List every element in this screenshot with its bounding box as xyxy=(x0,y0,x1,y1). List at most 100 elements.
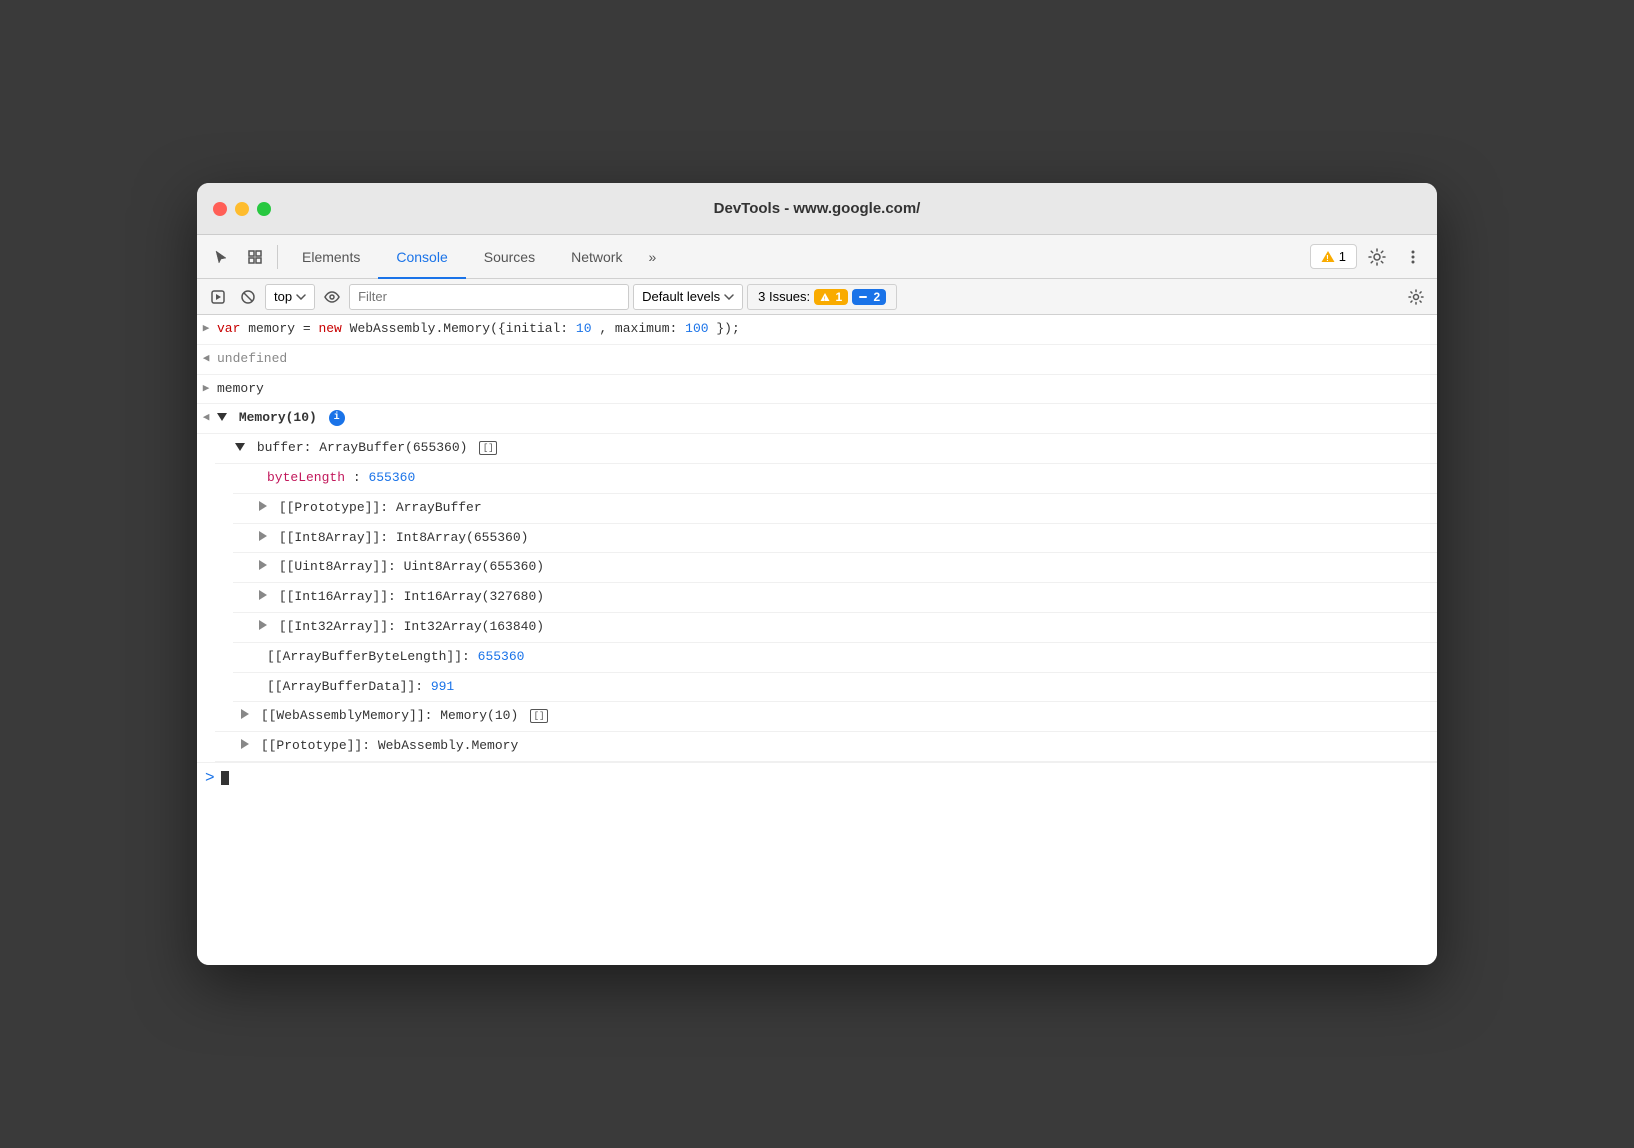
info-count-badge: 2 xyxy=(852,289,886,305)
run-svg xyxy=(211,290,225,304)
traffic-lights xyxy=(213,202,271,216)
devtools-window: DevTools - www.google.com/ Elements xyxy=(197,183,1437,965)
console-entry-uint8: [[Uint8Array]]: Uint8Array(655360) xyxy=(233,553,1437,583)
minimize-button[interactable] xyxy=(235,202,249,216)
expand-wasm-icon[interactable] xyxy=(241,709,249,719)
console-entry-bytelength: byteLength : 655360 xyxy=(233,464,1437,494)
num-100: 100 xyxy=(685,321,708,336)
block-svg xyxy=(241,290,255,304)
console-entry-int8: [[Int8Array]]: Int8Array(655360) xyxy=(233,524,1437,554)
entry-content-memory-obj: Memory(10) i xyxy=(215,408,1429,429)
warn-count-badge: ! 1 xyxy=(814,289,848,305)
console-entry-ab-data: [[ArrayBufferData]]: 991 xyxy=(233,673,1437,703)
issues-count[interactable]: 3 Issues: ! 1 2 xyxy=(747,284,897,310)
entry-content-int32: [[Int32Array]]: Int32Array(163840) xyxy=(251,617,1429,638)
more-icon[interactable] xyxy=(1397,241,1429,273)
entry-content-ab-data: [[ArrayBufferData]]: 991 xyxy=(251,677,1429,698)
console-entry-input: ▶ var memory = new WebAssembly.Memory({i… xyxy=(197,315,1437,345)
entry-content-int8: [[Int8Array]]: Int8Array(655360) xyxy=(251,528,1429,549)
undefined-value: undefined xyxy=(217,351,287,366)
warning-icon: ! xyxy=(1321,250,1335,264)
prompt-cursor[interactable] xyxy=(221,771,229,785)
entry-arrow-back: ◀ xyxy=(197,410,215,424)
num-10: 10 xyxy=(576,321,592,336)
entry-content-memory: memory xyxy=(215,379,1429,400)
inspect-icon[interactable] xyxy=(239,241,271,273)
console-entry-proto-wasm: [[Prototype]]: WebAssembly.Memory xyxy=(215,732,1437,762)
settings-icon[interactable] xyxy=(1361,241,1393,273)
memory-info-icon[interactable]: i xyxy=(329,410,345,426)
issues-badge[interactable]: ! 1 xyxy=(1310,244,1357,269)
entry-content-wasm: [[WebAssemblyMemory]]: Memory(10) [] xyxy=(233,706,1429,727)
context-selector[interactable]: top xyxy=(265,284,315,310)
levels-selector[interactable]: Default levels xyxy=(633,284,743,310)
memory-label: Memory(10) xyxy=(239,410,317,425)
expand-int16-icon[interactable] xyxy=(259,590,267,600)
expand-proto-wasm-icon[interactable] xyxy=(241,739,249,749)
console-entry-buffer: buffer: ArrayBuffer(655360) [] xyxy=(215,434,1437,464)
console-area: ▶ var memory = new WebAssembly.Memory({i… xyxy=(197,315,1437,965)
console-prompt: > xyxy=(197,762,1437,793)
console-entry-int16: [[Int16Array]]: Int16Array(327680) xyxy=(233,583,1437,613)
svg-text:!: ! xyxy=(1326,254,1329,263)
window-title: DevTools - www.google.com/ xyxy=(714,200,921,217)
toolbar-right: ! 1 xyxy=(1310,241,1429,273)
dropdown-arrow-icon xyxy=(296,294,306,300)
tab-network[interactable]: Network xyxy=(553,235,640,279)
tab-bar: Elements Console Sources Network » xyxy=(284,235,664,279)
val-ab-data: 991 xyxy=(431,679,454,694)
entry-content-int16: [[Int16Array]]: Int16Array(327680) xyxy=(251,587,1429,608)
run-icon[interactable] xyxy=(205,284,231,310)
keyword-var: var xyxy=(217,321,240,336)
tab-console[interactable]: Console xyxy=(378,235,465,279)
console-toolbar: top Default levels 3 Issues: xyxy=(197,279,1437,315)
console-entry-wasm-memory: [[WebAssemblyMemory]]: Memory(10) [] xyxy=(215,702,1437,732)
collapse-buffer-icon[interactable] xyxy=(235,443,245,451)
filter-input[interactable] xyxy=(349,284,629,310)
console-entry-undefined: ◀ undefined xyxy=(197,345,1437,375)
expand-int8-icon[interactable] xyxy=(259,531,267,541)
tab-more[interactable]: » xyxy=(640,235,664,279)
levels-arrow-icon xyxy=(724,294,734,300)
console-settings-area xyxy=(1403,284,1429,310)
eye-svg xyxy=(324,291,340,303)
close-button[interactable] xyxy=(213,202,227,216)
entry-content-proto-wasm: [[Prototype]]: WebAssembly.Memory xyxy=(233,736,1429,757)
entry-arrow-input[interactable]: ▶ xyxy=(197,321,215,335)
console-entry-memory-obj: ◀ Memory(10) i xyxy=(197,404,1437,434)
entry-content-undefined: undefined xyxy=(215,349,1429,370)
buffer-memory-icon[interactable]: [] xyxy=(479,441,497,455)
prompt-symbol: > xyxy=(205,769,215,787)
collapse-memory-icon[interactable] xyxy=(217,413,227,421)
wasm-memory-icon[interactable]: [] xyxy=(530,709,548,723)
expand-proto-ab-icon[interactable] xyxy=(259,501,267,511)
gear-svg xyxy=(1368,248,1386,266)
cursor-icon[interactable] xyxy=(205,241,237,273)
tab-toolbar: Elements Console Sources Network » ! xyxy=(197,235,1437,279)
titlebar: DevTools - www.google.com/ xyxy=(197,183,1437,235)
entry-arrow-memory[interactable]: ▶ xyxy=(197,381,215,395)
console-entry-int32: [[Int32Array]]: Int32Array(163840) xyxy=(233,613,1437,643)
tab-elements[interactable]: Elements xyxy=(284,235,378,279)
expand-int32-icon[interactable] xyxy=(259,620,267,630)
maximize-button[interactable] xyxy=(257,202,271,216)
val-bytelength: 655360 xyxy=(368,470,415,485)
prop-bytelength: byteLength xyxy=(267,470,345,485)
tab-sources[interactable]: Sources xyxy=(466,235,553,279)
console-entry-memory: ▶ memory xyxy=(197,375,1437,405)
toolbar-separator xyxy=(277,245,278,269)
entry-arrow-undefined: ◀ xyxy=(197,351,215,365)
val-ab-bl: 655360 xyxy=(478,649,525,664)
info-badge-icon xyxy=(858,292,868,302)
block-icon[interactable] xyxy=(235,284,261,310)
eye-icon[interactable] xyxy=(319,284,345,310)
expand-uint8-icon[interactable] xyxy=(259,560,267,570)
dots-svg xyxy=(1404,248,1422,266)
entry-content-proto-ab: [[Prototype]]: ArrayBuffer xyxy=(251,498,1429,519)
entry-content-buffer: buffer: ArrayBuffer(655360) [] xyxy=(233,438,1429,459)
console-gear-svg xyxy=(1408,289,1424,305)
console-settings-icon[interactable] xyxy=(1403,284,1429,310)
entry-content-input: var memory = new WebAssembly.Memory({ini… xyxy=(215,319,1429,340)
warn-badge-icon: ! xyxy=(820,292,830,302)
entry-content-ab-bl: [[ArrayBufferByteLength]]: 655360 xyxy=(251,647,1429,668)
